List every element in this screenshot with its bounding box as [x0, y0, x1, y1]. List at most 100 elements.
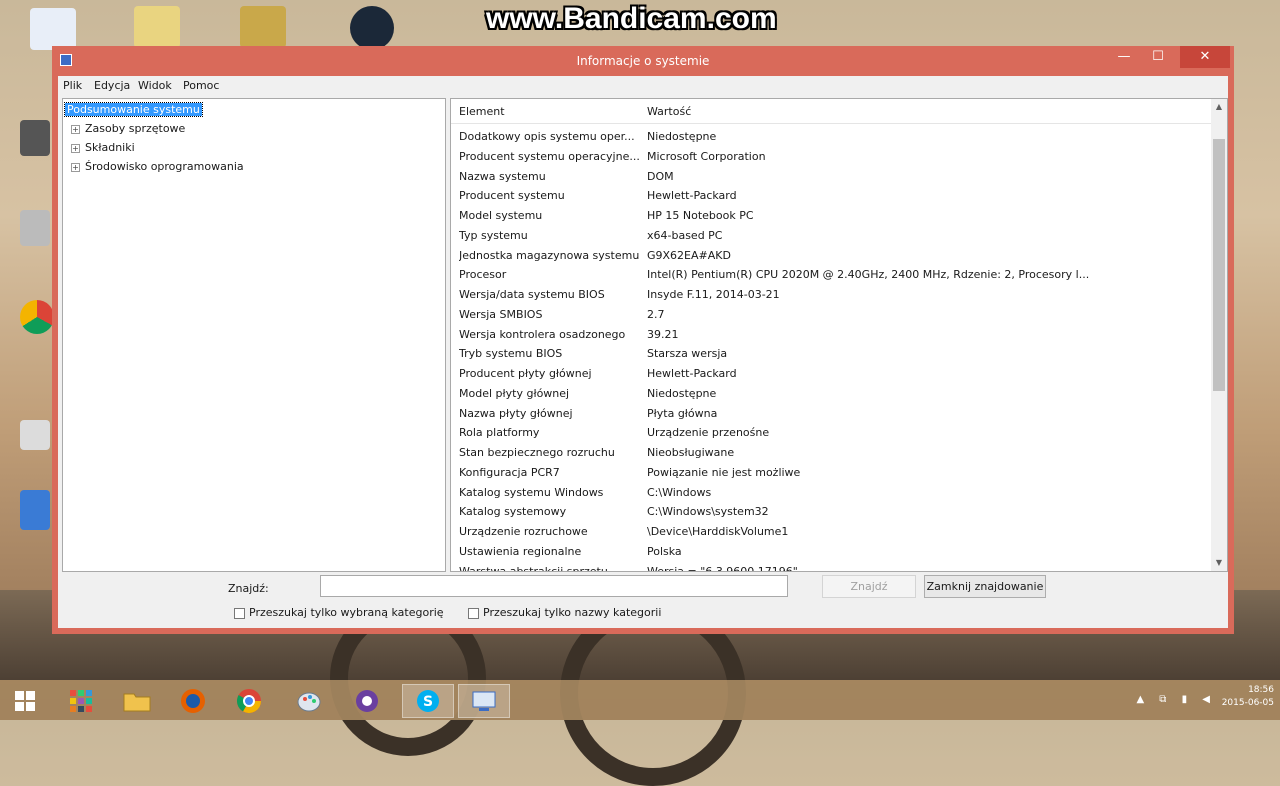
cell-value: Starsza wersja: [647, 347, 728, 361]
menu-help[interactable]: Pomoc: [183, 79, 219, 92]
desktop-icon-music[interactable]: [30, 8, 76, 50]
table-row[interactable]: Katalog systemu Windows C:\Windows: [451, 483, 1211, 503]
desktop-icon-chrome[interactable]: [20, 300, 54, 334]
checkbox-box[interactable]: [468, 607, 479, 619]
table-row[interactable]: Model płyty głównej Niedostępne: [451, 384, 1211, 404]
table-row[interactable]: Warstwa abstrakcji sprzętu Wersja = "6.3.…: [451, 562, 1211, 572]
table-row[interactable]: Procesor Intel(R) Pentium(R) CPU 2020M @ …: [451, 265, 1211, 285]
cell-element: Producent systemu: [459, 189, 565, 203]
taskbar-file-explorer[interactable]: [114, 684, 160, 718]
table-row[interactable]: Producent płyty głównej Hewlett-Packard: [451, 364, 1211, 384]
table-row[interactable]: Producent systemu Hewlett-Packard: [451, 186, 1211, 206]
tree-item-software-environment[interactable]: + Środowisko oprogramowania: [69, 158, 244, 175]
desktop-icon-folder[interactable]: [134, 6, 180, 48]
find-input[interactable]: [320, 575, 788, 597]
close-find-button[interactable]: Zamknij znajdowanie: [924, 575, 1046, 598]
column-header-value[interactable]: Wartość: [647, 105, 691, 118]
clock[interactable]: 18:56 2015-06-05: [1222, 684, 1274, 710]
cell-value: HP 15 Notebook PC: [647, 209, 754, 222]
skype-icon: S: [417, 690, 439, 712]
expand-icon[interactable]: +: [71, 162, 80, 172]
tree-item-hardware-resources[interactable]: + Zasoby sprzętowe: [69, 120, 185, 137]
taskbar-chrome[interactable]: [226, 684, 272, 718]
cell-element: Tryb systemu BIOS: [459, 347, 563, 361]
cell-element: Nazwa systemu: [459, 169, 546, 183]
table-row[interactable]: Konfiguracja PCR7 Powiązanie nie jest moż…: [451, 463, 1211, 483]
close-button[interactable]: ✕: [1180, 46, 1230, 68]
expand-icon[interactable]: +: [71, 143, 80, 153]
find-button[interactable]: Znajdź: [822, 575, 916, 598]
scroll-up-arrow[interactable]: ▲: [1211, 99, 1227, 115]
cell-element: Urządzenie rozruchowe: [459, 525, 588, 538]
scroll-down-arrow[interactable]: ▼: [1211, 555, 1227, 571]
cell-element: Model płyty głównej: [459, 386, 570, 400]
cell-element: Dodatkowy opis systemu oper...: [459, 130, 635, 143]
table-row[interactable]: Tryb systemu BIOS Starsza wersja: [451, 344, 1211, 364]
cell-element: Konfiguracja PCR7: [459, 465, 560, 479]
table-row[interactable]: Wersja kontrolera osadzonego 39.21: [451, 325, 1211, 345]
tree-item-system-summary[interactable]: Podsumowanie systemu: [64, 101, 203, 118]
taskbar-skype[interactable]: S: [402, 684, 454, 718]
table-row[interactable]: Urządzenie rozruchowe \Device\HarddiskVol…: [451, 522, 1211, 542]
taskbar-app-grid[interactable]: [58, 684, 104, 718]
table-row[interactable]: Model systemu HP 15 Notebook PC: [451, 206, 1211, 226]
cell-value: G9X62EA#AKD: [647, 248, 731, 262]
search-selected-category-checkbox[interactable]: Przeszukaj tylko wybraną kategorię: [234, 606, 444, 619]
table-row[interactable]: Rola platformy Urządzenie przenośne: [451, 423, 1211, 443]
cell-value: Insyde F.11, 2014-03-21: [647, 288, 780, 301]
table-row[interactable]: Jednostka magazynowa systemu G9X62EA#AKD: [451, 246, 1211, 266]
table-row[interactable]: Katalog systemowy C:\Windows\system32: [451, 502, 1211, 522]
desktop-icon-shortcut[interactable]: [20, 420, 50, 450]
column-header-element[interactable]: Element: [459, 105, 505, 118]
cell-value: Hewlett-Packard: [647, 367, 737, 380]
table-row[interactable]: Nazwa systemu DOM: [451, 167, 1211, 187]
desktop-icon-steam[interactable]: [350, 6, 394, 50]
recording-watermark: www.Bandicam.com: [486, 2, 777, 35]
vertical-scrollbar[interactable]: ▲ ▼: [1211, 99, 1227, 571]
table-row[interactable]: Typ systemu x64-based PC: [451, 226, 1211, 246]
menu-file[interactable]: Plik: [63, 79, 82, 92]
search-category-names-checkbox[interactable]: Przeszukaj tylko nazwy kategorii: [468, 606, 661, 619]
tree-item-components[interactable]: + Składniki: [69, 139, 135, 156]
menu-bar: Plik Edycja Widok Pomoc: [58, 76, 1228, 96]
desktop-icon-archive[interactable]: [240, 6, 286, 48]
taskbar-firefox[interactable]: [170, 684, 216, 718]
menu-edit[interactable]: Edycja: [94, 79, 130, 92]
taskbar-app[interactable]: [344, 684, 390, 718]
taskbar-app[interactable]: [286, 684, 332, 718]
table-row[interactable]: Wersja/data systemu BIOS Insyde F.11, 201…: [451, 285, 1211, 305]
table-row[interactable]: Stan bezpiecznego rozruchu Nieobsługiwane: [451, 443, 1211, 463]
scrollbar-thumb[interactable]: [1213, 139, 1225, 391]
find-label: Znajdź:: [228, 582, 269, 595]
cell-value: DOM: [647, 169, 674, 183]
taskbar-system-information[interactable]: [458, 684, 510, 718]
table-row[interactable]: Ustawienia regionalne Polska: [451, 542, 1211, 562]
desktop-icon-shortcut[interactable]: [20, 490, 50, 530]
taskbar: S ▲ ⧉ ▮ ◀ 18:56 2015-06-05: [0, 680, 1280, 720]
table-row[interactable]: Wersja SMBIOS 2.7: [451, 305, 1211, 325]
expand-icon[interactable]: +: [71, 124, 80, 134]
minimize-button[interactable]: —: [1110, 46, 1138, 68]
windows-logo-icon: [15, 691, 35, 711]
cell-element: Producent płyty głównej: [459, 367, 592, 380]
window-titlebar[interactable]: Informacje o systemie — ☐ ✕: [52, 46, 1234, 76]
maximize-button[interactable]: ☐: [1144, 46, 1172, 68]
desktop-icon-shortcut[interactable]: [20, 120, 50, 156]
category-tree: Podsumowanie systemu + Zasoby sprzętowe +…: [62, 98, 446, 572]
table-row[interactable]: Dodatkowy opis systemu oper... Niedostępn…: [451, 127, 1211, 147]
apps-grid-icon: [70, 690, 92, 712]
system-tray-icons[interactable]: ▲ ⧉ ▮ ◀: [1136, 694, 1216, 705]
table-row[interactable]: Producent systemu operacyjne... Microsoft…: [451, 147, 1211, 167]
cell-value: x64-based PC: [647, 228, 723, 242]
menu-view[interactable]: Widok: [138, 79, 172, 92]
cell-value: \Device\HarddiskVolume1: [647, 525, 789, 538]
cell-element: Producent systemu operacyjne...: [459, 149, 639, 163]
cell-value: Powiązanie nie jest możliwe: [647, 465, 801, 479]
checkbox-box[interactable]: [234, 607, 245, 619]
cell-element: Warstwa abstrakcji sprzętu: [459, 564, 608, 572]
desktop-icon-shortcut[interactable]: [20, 210, 50, 246]
table-row[interactable]: Nazwa płyty głównej Płyta główna: [451, 404, 1211, 424]
cell-value: Intel(R) Pentium(R) CPU 2020M @ 2.40GHz,…: [647, 268, 1090, 282]
cell-element: Nazwa płyty głównej: [459, 406, 573, 420]
start-button[interactable]: [2, 684, 48, 718]
